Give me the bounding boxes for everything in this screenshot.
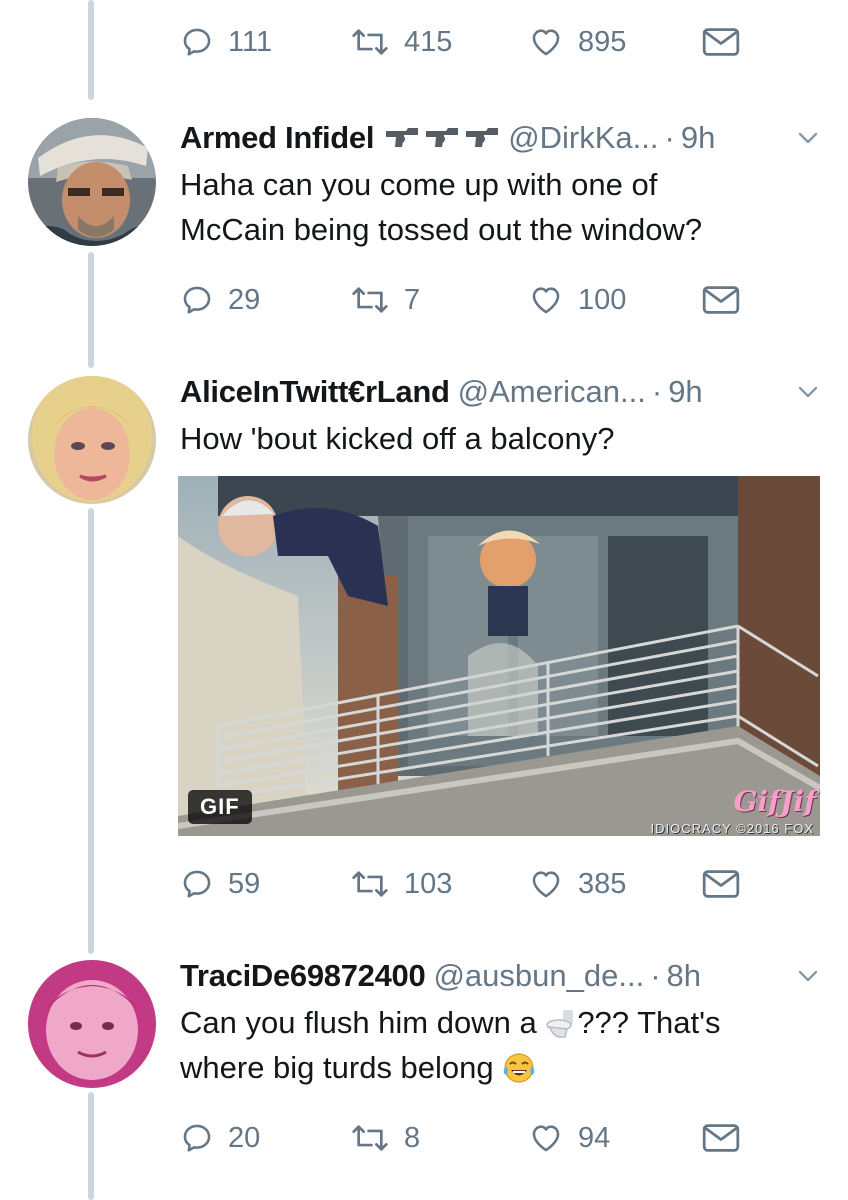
avatar[interactable] bbox=[28, 960, 156, 1088]
retweet-icon bbox=[352, 29, 388, 55]
tweet-text: How 'bout kicked off a balcony? bbox=[180, 416, 820, 461]
user-handle[interactable]: @DirkKa... bbox=[508, 120, 658, 156]
gifjif-watermark: GifJif bbox=[733, 785, 816, 818]
tweet-actions: 59 103 385 bbox=[180, 860, 740, 908]
tweet-actions: 29 7 100 bbox=[180, 276, 740, 324]
tweet-text: Can you flush him down a ??? That's wher… bbox=[180, 1000, 820, 1090]
like-count: 94 bbox=[578, 1121, 611, 1154]
tweet-text-line: How 'bout kicked off a balcony? bbox=[180, 421, 615, 456]
like-count: 385 bbox=[578, 867, 627, 900]
gif-badge: GIF bbox=[188, 790, 252, 824]
envelope-icon bbox=[702, 286, 740, 314]
avatar[interactable] bbox=[28, 118, 156, 246]
envelope-icon bbox=[702, 1124, 740, 1152]
tweet-header: Armed Infidel @DirkKa... · 9h bbox=[180, 116, 830, 160]
tweet-text-line: McCain being tossed out the window? bbox=[180, 212, 703, 247]
reply-button[interactable]: 20 bbox=[180, 1114, 260, 1162]
tweet-text-line: where big turds belong bbox=[180, 1045, 820, 1090]
reply-count: 59 bbox=[228, 867, 261, 900]
reply-count: 20 bbox=[228, 1121, 261, 1154]
like-button[interactable]: 385 bbox=[528, 860, 626, 908]
tweet-text-segment: Can you flush him down a bbox=[180, 1005, 546, 1040]
reply-count: 29 bbox=[228, 283, 261, 316]
tweet-header: AliceInTwitt€rLand @American... · 9h bbox=[180, 370, 830, 414]
heart-icon bbox=[532, 871, 560, 898]
retweet-button[interactable]: 7 bbox=[350, 276, 420, 324]
direct-message-button[interactable] bbox=[702, 1114, 740, 1162]
direct-message-button[interactable] bbox=[702, 860, 740, 908]
user-handle[interactable]: @ausbun_de... bbox=[433, 958, 644, 994]
direct-message-button[interactable] bbox=[702, 276, 740, 324]
separator-dot: · bbox=[650, 958, 661, 993]
user-handle[interactable]: @American... bbox=[458, 374, 646, 410]
tweet-text-segment: where big turds belong bbox=[180, 1050, 503, 1085]
display-name[interactable]: Armed Infidel bbox=[180, 120, 374, 156]
retweet-count: 103 bbox=[404, 867, 453, 900]
retweet-button[interactable]: 103 bbox=[350, 860, 452, 908]
chevron-down-icon[interactable] bbox=[794, 126, 822, 150]
media-caption: IDIOCRACY ©2016 FOX bbox=[650, 821, 814, 836]
retweet-button[interactable]: 415 bbox=[350, 18, 452, 66]
heart-icon bbox=[532, 1125, 560, 1152]
timestamp[interactable]: 9h bbox=[668, 374, 702, 410]
like-count: 100 bbox=[578, 283, 627, 316]
toilet-emoji bbox=[546, 1010, 574, 1038]
like-button[interactable]: 100 bbox=[528, 276, 626, 324]
separator-dot: · bbox=[664, 120, 675, 155]
retweet-icon bbox=[352, 871, 388, 897]
tweet-text-segment: ??? That's bbox=[577, 1005, 721, 1040]
retweet-count: 415 bbox=[404, 25, 453, 58]
reply-button[interactable]: 59 bbox=[180, 860, 260, 908]
reply-icon bbox=[183, 286, 211, 314]
heart-icon bbox=[532, 287, 560, 314]
separator-dot: · bbox=[651, 374, 663, 409]
display-name[interactable]: TraciDe69872400 bbox=[180, 958, 426, 994]
retweet-button[interactable]: 8 bbox=[350, 1114, 420, 1162]
direct-message-button[interactable] bbox=[702, 18, 740, 66]
envelope-icon bbox=[702, 28, 740, 56]
reply-button[interactable]: 111 bbox=[180, 18, 272, 66]
timestamp[interactable]: 9h bbox=[681, 120, 715, 156]
thread-line bbox=[88, 1092, 94, 1200]
tweet-text: Haha can you come up with one of McCain … bbox=[180, 162, 820, 252]
gif-media[interactable]: GIF GifJif IDIOCRACY ©2016 FOX bbox=[178, 476, 820, 836]
reply-button[interactable]: 29 bbox=[180, 276, 260, 324]
timestamp[interactable]: 8h bbox=[667, 958, 701, 994]
retweet-count: 7 bbox=[404, 283, 421, 316]
heart-icon bbox=[532, 29, 560, 56]
like-button[interactable]: 895 bbox=[528, 18, 626, 66]
chevron-down-icon[interactable] bbox=[794, 964, 822, 988]
retweet-count: 8 bbox=[404, 1121, 421, 1154]
like-count: 895 bbox=[578, 25, 627, 58]
tears-of-joy-emoji bbox=[503, 1053, 535, 1083]
avatar[interactable] bbox=[28, 376, 156, 504]
chevron-down-icon[interactable] bbox=[794, 380, 822, 404]
reply-icon bbox=[183, 28, 211, 56]
thread-line bbox=[88, 0, 94, 100]
retweet-icon bbox=[352, 1125, 388, 1151]
tweet-text-line: Haha can you come up with one of bbox=[180, 167, 658, 202]
reply-icon bbox=[183, 1124, 211, 1152]
envelope-icon bbox=[702, 870, 740, 898]
gif-image bbox=[178, 476, 820, 836]
tweet-header: TraciDe69872400 @ausbun_de... · 8h bbox=[180, 954, 830, 998]
thread-line bbox=[88, 508, 94, 954]
tweet-actions: 20 8 94 bbox=[180, 1114, 740, 1162]
tweet-actions: 111 415 895 bbox=[180, 18, 740, 66]
reply-icon bbox=[183, 870, 211, 898]
tweet-text-line: Can you flush him down a ??? That's bbox=[180, 1000, 820, 1045]
reply-count: 111 bbox=[228, 25, 273, 58]
display-name[interactable]: AliceInTwitt€rLand bbox=[180, 374, 450, 410]
revolver-emoji bbox=[384, 125, 500, 151]
like-button[interactable]: 94 bbox=[528, 1114, 610, 1162]
retweet-icon bbox=[352, 287, 388, 313]
thread-line bbox=[88, 252, 94, 368]
